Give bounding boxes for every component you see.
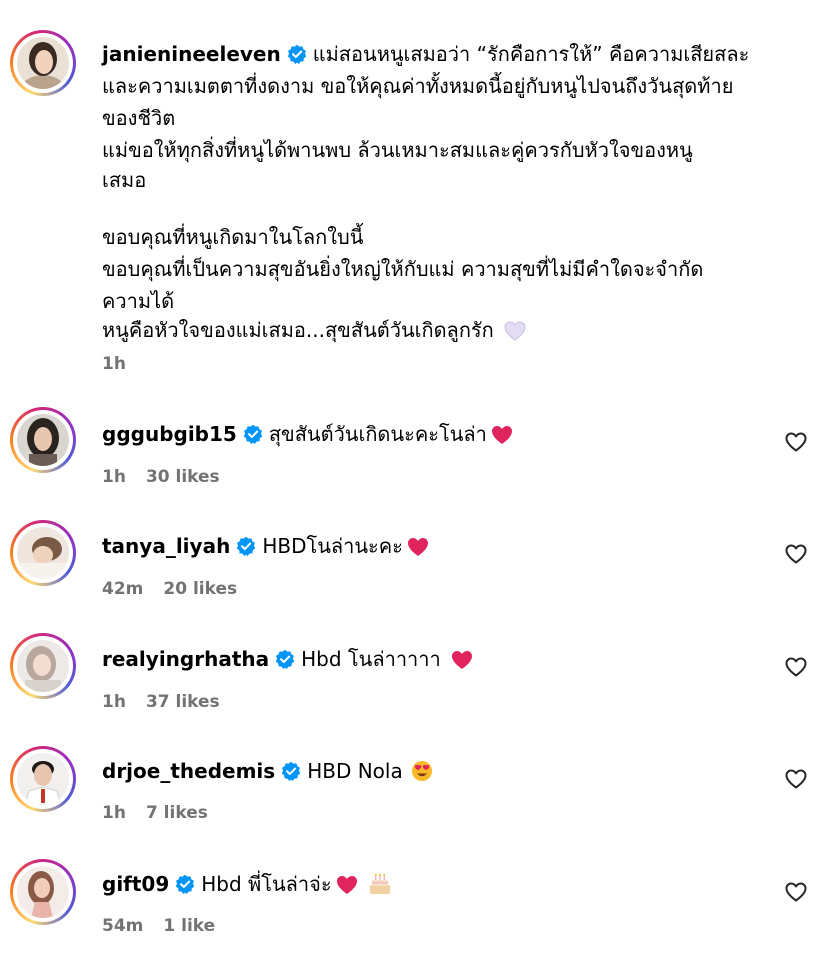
comment-meta: 1h 7 likes (102, 803, 208, 823)
caption-first-line: janienineeleven แม่สอนหนูเสมอว่า “รักคือก… (102, 42, 749, 66)
comment-text: Hbd โนล่าาาาา (301, 647, 448, 671)
like-heart-icon[interactable] (784, 430, 808, 454)
caption-line: ของชีวิต (102, 106, 176, 130)
comment-text-line: gift09 Hbd พี่โนล่าจ่ะ (102, 872, 392, 896)
comment-text-line: gggubgib15 สุขสันต์วันเกิดนะคะโนล่า (102, 422, 513, 446)
comment-likes[interactable]: 1 like (163, 916, 215, 936)
red-heart-icon (491, 425, 513, 445)
comment-time[interactable]: 1h (102, 467, 126, 487)
comment-username[interactable]: realyingrhatha (102, 647, 269, 671)
comment-time[interactable]: 1h (102, 692, 126, 712)
caption-line: ขอบคุณที่เป็นความสุขอันยิ่งใหญ่ให้กับแม่… (102, 257, 704, 281)
comment-text: Hbd พี่โนล่าจ่ะ (201, 872, 332, 896)
avatar[interactable] (10, 633, 76, 699)
comment-time[interactable]: 1h (102, 803, 126, 823)
caption-line: แม่ขอให้ทุกสิ่งที่หนูได้พานพบ ล้วนเหมาะส… (102, 138, 693, 162)
comment-likes[interactable]: 30 likes (146, 467, 220, 487)
comment-text-line: realyingrhatha Hbd โนล่าาาาา (102, 647, 473, 671)
caption-line: ขอบคุณที่หนูเกิดมาในโลกใบนี้ (102, 225, 364, 249)
verified-badge-icon (281, 761, 301, 781)
avatar[interactable] (10, 746, 76, 812)
caption-line: หนูคือหัวใจของแม่เสมอ...สุขสันต์วันเกิดล… (102, 318, 494, 342)
verified-badge-icon (243, 424, 263, 444)
comment-time[interactable]: 42m (102, 579, 143, 599)
comment-text-line: tanya_liyah HBDโนล่านะคะ (102, 534, 429, 558)
comment-meta: 54m 1 like (102, 916, 215, 936)
like-heart-icon[interactable] (784, 880, 808, 904)
like-heart-icon[interactable] (784, 655, 808, 679)
red-heart-icon (451, 650, 473, 670)
comment-username[interactable]: gift09 (102, 872, 169, 896)
comment-meta: 42m 20 likes (102, 579, 237, 599)
like-heart-icon[interactable] (784, 767, 808, 791)
avatar[interactable] (10, 520, 76, 586)
caption-line: แม่สอนหนูเสมอว่า “รักคือการให้” คือความเ… (312, 42, 750, 66)
comments-panel: janienineeleven แม่สอนหนูเสมอว่า “รักคือก… (0, 0, 820, 955)
caption-line: และความเมตตาที่งดงาม ขอให้คุณค่าทั้งหมดน… (102, 74, 734, 98)
comment-likes[interactable]: 37 likes (146, 692, 220, 712)
verified-badge-icon (236, 536, 256, 556)
avatar[interactable] (10, 859, 76, 925)
avatar[interactable] (10, 30, 76, 96)
red-heart-icon (336, 875, 358, 895)
comment-text-line: drjoe_thedemis HBD Nola (102, 759, 433, 783)
post-meta: 1h (102, 354, 126, 374)
caption-last-line: หนูคือหัวใจของแม่เสมอ...สุขสันต์วันเกิดล… (102, 318, 526, 342)
comment-username[interactable]: tanya_liyah (102, 534, 230, 558)
comment-username[interactable]: drjoe_thedemis (102, 759, 275, 783)
comment-meta: 1h 30 likes (102, 467, 220, 487)
comment-meta: 1h 37 likes (102, 692, 220, 712)
comment-likes[interactable]: 7 likes (146, 803, 208, 823)
caption-line: เสมอ (102, 168, 147, 192)
comment-likes[interactable]: 20 likes (163, 579, 237, 599)
caption-line: ความได้ (102, 289, 175, 313)
comment-time[interactable]: 54m (102, 916, 143, 936)
avatar[interactable] (10, 407, 76, 473)
verified-badge-icon (275, 649, 295, 669)
heart-eyes-icon (411, 760, 433, 782)
post-time[interactable]: 1h (102, 354, 126, 374)
like-heart-icon[interactable] (784, 542, 808, 566)
white-heart-icon (504, 321, 526, 341)
comment-text: HBD Nola (307, 759, 403, 783)
red-heart-icon (407, 537, 429, 557)
verified-badge-icon (175, 874, 195, 894)
comment-text: HBDโนล่านะคะ (262, 534, 403, 558)
post-username[interactable]: janienineeleven (102, 42, 281, 66)
verified-badge-icon (287, 44, 307, 64)
comment-text: สุขสันต์วันเกิดนะคะโนล่า (268, 422, 487, 446)
comment-username[interactable]: gggubgib15 (102, 422, 237, 446)
birthday-cake-icon (368, 873, 392, 895)
